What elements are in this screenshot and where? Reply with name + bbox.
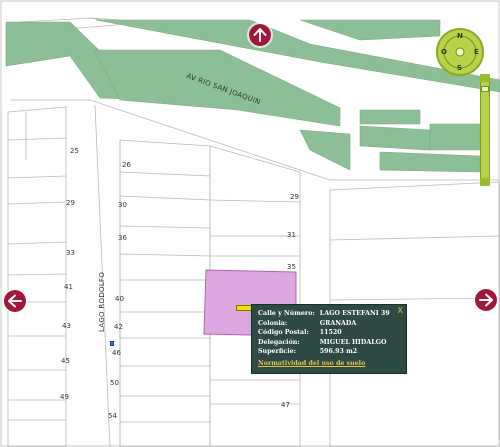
lot-info-table: Calle y Número: LAGO ESTEFANI 39 Colonia…: [258, 310, 392, 358]
map-viewport[interactable]: AV RIO SAN JOAQUIN LAGO RODOLFO 25 29 33…: [0, 0, 500, 447]
field-label: Código Postal:: [258, 329, 309, 336]
lot-number: 49: [60, 393, 69, 401]
field-label: Calle y Número:: [258, 310, 315, 317]
compass-south[interactable]: S: [457, 64, 462, 72]
lot-number: 36: [118, 234, 127, 242]
lot-number: 31: [287, 231, 296, 239]
table-row: Superficie: 596.93 m2: [258, 348, 392, 358]
lot-number: 43: [62, 322, 71, 330]
field-label: Superficie:: [258, 348, 296, 355]
lot-number: 30: [118, 201, 127, 209]
close-button[interactable]: X: [398, 306, 403, 315]
zoom-slider-handle[interactable]: [481, 86, 489, 92]
lot-number: 42: [114, 323, 123, 331]
compass-north[interactable]: N: [457, 32, 463, 40]
map-canvas[interactable]: [0, 0, 500, 447]
land-use-link[interactable]: Normatividad del uso de suelo: [258, 360, 365, 367]
pan-up-button[interactable]: [249, 24, 271, 46]
pan-right-button[interactable]: [475, 289, 497, 311]
field-value: LAGO ESTEFANI 39: [319, 310, 390, 317]
zoom-in-button[interactable]: [480, 74, 490, 82]
lot-number: 25: [70, 147, 79, 155]
field-value: MIGUEL HIDALGO: [319, 338, 387, 346]
lot-number: 54: [108, 412, 117, 420]
table-row: Delegación: MIGUEL HIDALGO: [258, 339, 392, 349]
field-value: 596.93 m2: [319, 348, 358, 355]
lot-number: 47: [281, 401, 290, 409]
lot-number: 46: [112, 349, 121, 357]
lot-number: 29: [66, 199, 75, 207]
compass-west[interactable]: O: [441, 48, 447, 56]
arrow-left-icon: [8, 294, 22, 308]
zoom-out-button[interactable]: [480, 178, 490, 186]
lot-number: 35: [287, 263, 296, 271]
field-value: 11520: [319, 329, 342, 336]
lot-number: 33: [66, 249, 75, 257]
arrow-up-icon: [253, 28, 267, 42]
lot-number: 50: [110, 379, 119, 387]
compass-control[interactable]: N S E O: [436, 28, 484, 76]
field-value: GRANADA: [319, 319, 357, 327]
lot-number: 41: [64, 283, 73, 291]
field-label: Delegación:: [258, 338, 300, 346]
lot-info-popup: X Calle y Número: LAGO ESTEFANI 39 Colon…: [251, 304, 407, 374]
popup-pointer: [236, 305, 252, 311]
pan-left-button[interactable]: [4, 290, 26, 312]
field-label: Colonia:: [258, 319, 288, 327]
table-row: Calle y Número: LAGO ESTEFANI 39: [258, 310, 392, 320]
lot-number: 45: [61, 357, 70, 365]
compass-east[interactable]: E: [474, 48, 479, 56]
vertical-street-label: LAGO RODOLFO: [98, 271, 106, 332]
lot-number: 29: [290, 193, 299, 201]
lot-number: 26: [122, 161, 131, 169]
table-row: Colonia: GRANADA: [258, 320, 392, 330]
table-row: Código Postal: 11520: [258, 329, 392, 339]
location-marker-icon[interactable]: [110, 341, 114, 346]
arrow-right-icon: [479, 293, 493, 307]
lot-number: 40: [115, 295, 124, 303]
